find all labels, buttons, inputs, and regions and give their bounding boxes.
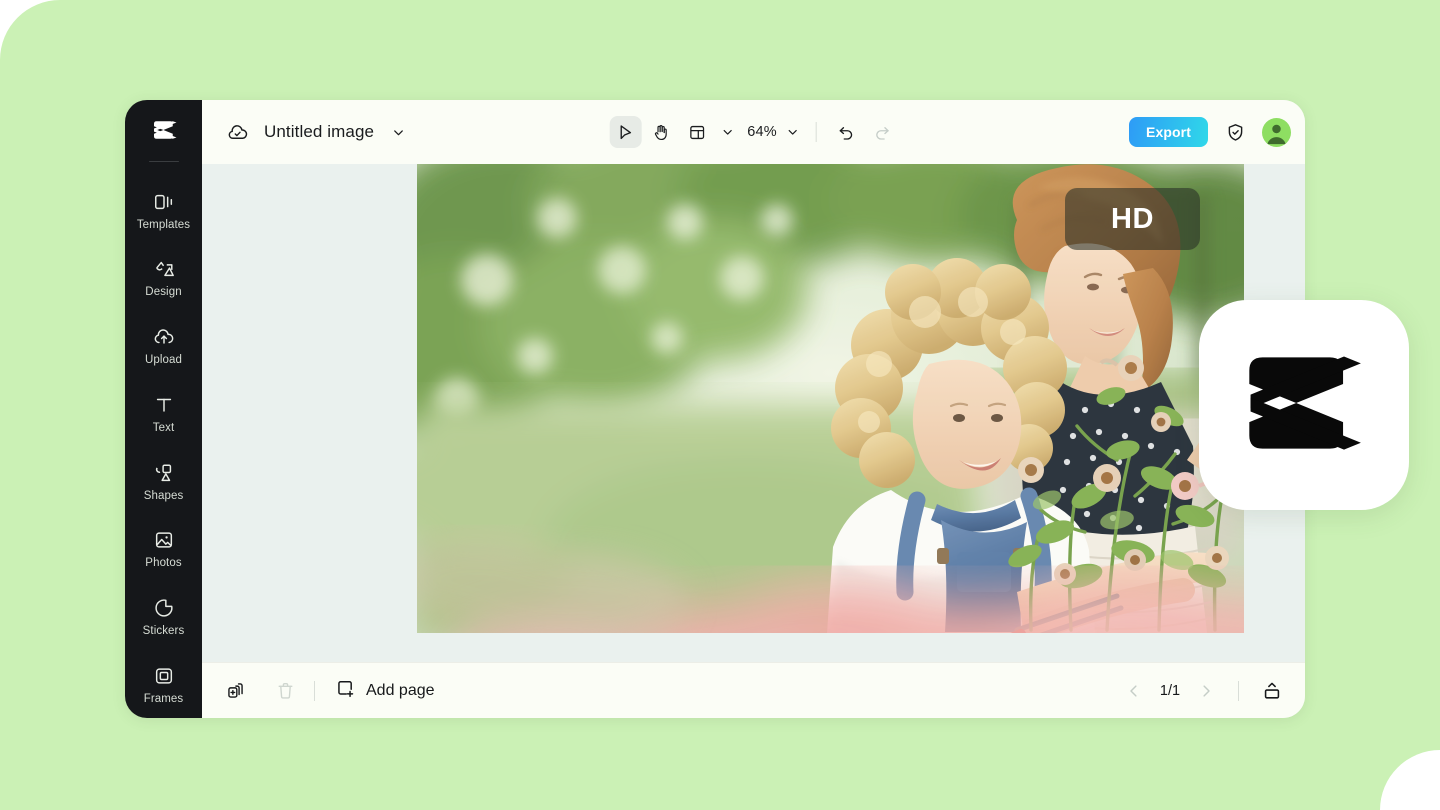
tool-group: 64% <box>609 116 898 148</box>
templates-icon <box>152 190 176 214</box>
design-icon <box>152 257 176 281</box>
sidebar-item-shapes[interactable]: Shapes <box>125 447 202 515</box>
zoom-level-value[interactable]: 64% <box>741 124 779 140</box>
capcut-brand-card <box>1199 300 1409 510</box>
sidebar-item-templates[interactable]: Templates <box>125 176 202 244</box>
sidebar-item-photos[interactable]: Photos <box>125 515 202 583</box>
bottom-toolbar: Add page 1/1 <box>202 662 1305 718</box>
layout-chevron-down-icon[interactable] <box>717 122 737 142</box>
hand-tool-button[interactable] <box>645 116 677 148</box>
redo-button[interactable] <box>866 116 898 148</box>
cloud-check-icon[interactable] <box>224 119 250 145</box>
artboard[interactable]: HD <box>417 164 1244 633</box>
duplicate-page-icon[interactable] <box>220 676 250 706</box>
add-page-icon <box>335 678 356 704</box>
expand-panel-icon[interactable] <box>1257 676 1287 706</box>
capcut-editor-window: Templates Design <box>125 100 1305 718</box>
sidebar-label: Upload <box>145 354 182 366</box>
document-group: Untitled image <box>224 119 408 145</box>
photos-icon <box>152 528 176 552</box>
sidebar-label: Shapes <box>144 490 184 502</box>
export-button[interactable]: Export <box>1129 117 1208 147</box>
page-indicator: 1/1 <box>1152 683 1188 699</box>
undo-button[interactable] <box>830 116 862 148</box>
bottom-divider <box>314 681 315 701</box>
capcut-logo-icon[interactable] <box>147 114 181 147</box>
canvas-area[interactable]: HD <box>202 164 1305 662</box>
add-page-label: Add page <box>366 682 435 700</box>
upload-icon <box>152 325 176 349</box>
next-page-button[interactable] <box>1192 677 1220 705</box>
top-toolbar: Untitled image <box>202 100 1305 164</box>
select-tool-button[interactable] <box>609 116 641 148</box>
sidebar-item-stickers[interactable]: Stickers <box>125 583 202 651</box>
prev-page-button[interactable] <box>1120 677 1148 705</box>
sidebar-divider <box>149 161 179 162</box>
sidebar-label: Text <box>153 422 175 434</box>
add-page-button[interactable]: Add page <box>329 674 441 708</box>
sidebar-label: Photos <box>145 557 181 569</box>
editor-main: Untitled image <box>202 100 1305 718</box>
toolbar-divider <box>816 122 817 142</box>
page-navigation: 1/1 <box>1120 676 1287 706</box>
sidebar-label: Templates <box>137 219 190 231</box>
text-icon <box>152 393 176 417</box>
document-title[interactable]: Untitled image <box>264 122 374 142</box>
shield-check-icon[interactable] <box>1222 119 1248 145</box>
sidebar-label: Design <box>145 286 181 298</box>
sidebar-item-design[interactable]: Design <box>125 244 202 312</box>
avatar[interactable] <box>1262 118 1291 147</box>
pager-divider <box>1238 681 1239 701</box>
trash-icon[interactable] <box>270 676 300 706</box>
shapes-icon <box>152 461 176 485</box>
sidebar-item-text[interactable]: Text <box>125 379 202 447</box>
sidebar-label: Stickers <box>143 625 185 637</box>
frames-icon <box>152 664 176 688</box>
stickers-icon <box>152 596 176 620</box>
chevron-down-icon[interactable] <box>388 122 408 142</box>
zoom-chevron-down-icon[interactable] <box>783 122 803 142</box>
capcut-app-logo-icon <box>1229 328 1379 483</box>
sidebar-item-frames[interactable]: Frames <box>125 650 202 718</box>
layout-tool-button[interactable] <box>681 116 713 148</box>
sidebar-label: Frames <box>144 693 184 705</box>
sidebar-item-upload[interactable]: Upload <box>125 312 202 380</box>
hd-badge: HD <box>1065 188 1200 250</box>
left-sidebar: Templates Design <box>125 100 202 718</box>
topbar-right-group: Export <box>1129 117 1291 147</box>
